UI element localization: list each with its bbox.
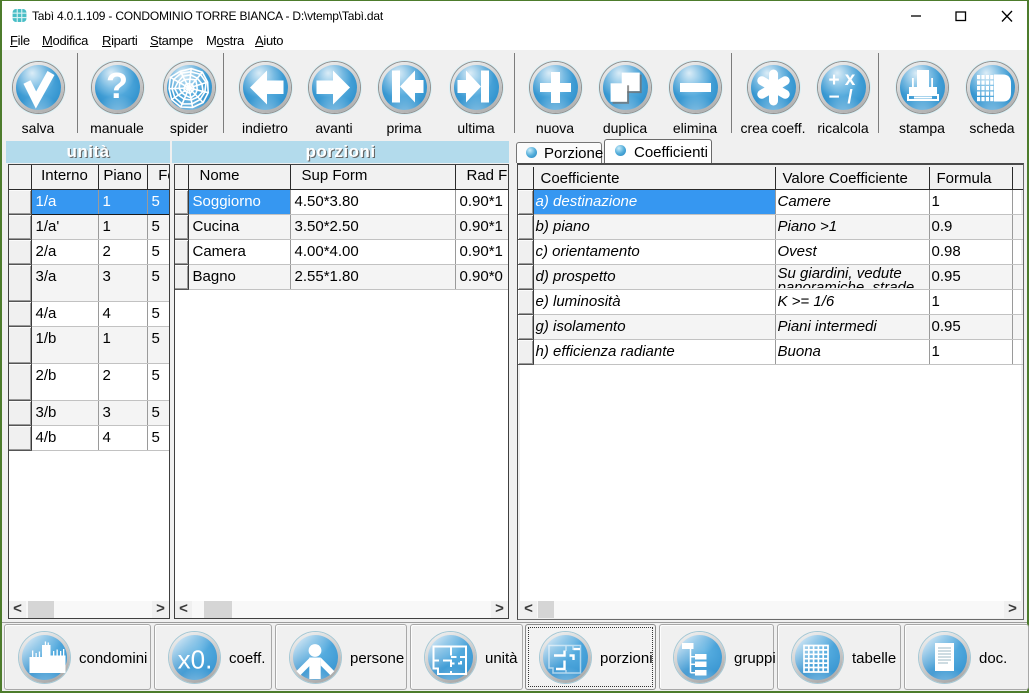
svg-text:?: ? <box>106 65 128 106</box>
svg-text:x0.: x0. <box>178 645 213 675</box>
svg-text:−: − <box>828 87 839 108</box>
svg-text:/: / <box>847 87 853 108</box>
